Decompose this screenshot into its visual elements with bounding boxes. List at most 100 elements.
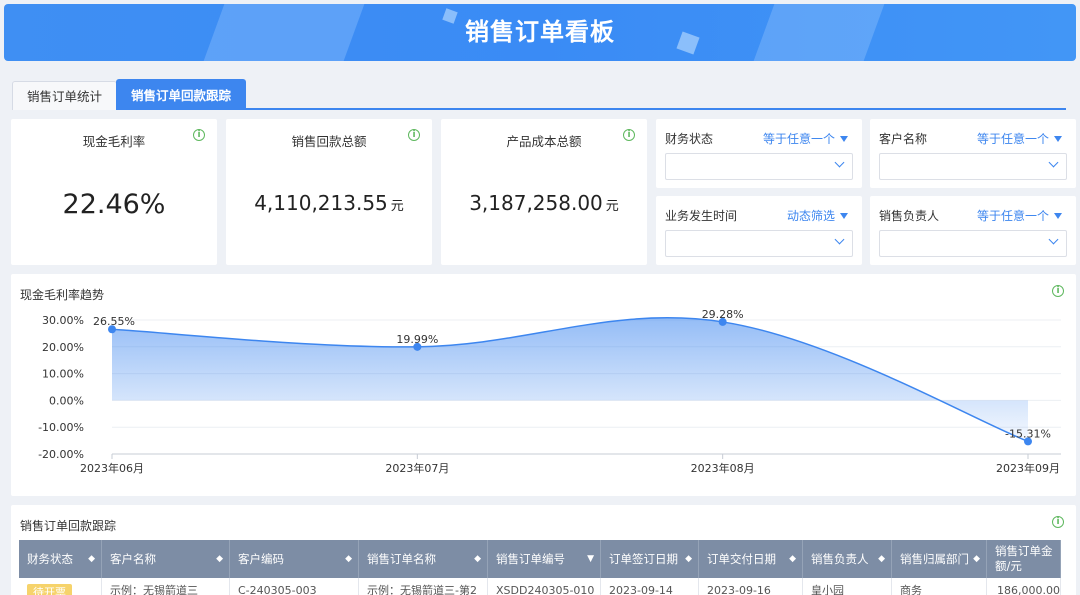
- filter-label: 销售负责人: [879, 209, 940, 223]
- column-header[interactable]: 销售归属部门 ◆: [892, 540, 987, 578]
- table-row[interactable]: 待开票 示例：无锡箭道三 C-240305-003 示例：无锡箭道三-第2 XS…: [19, 578, 1061, 595]
- filter-select[interactable]: [665, 153, 853, 180]
- caret-down-icon: [840, 136, 848, 142]
- filter-sales-owner: 销售负责人 等于任意一个: [870, 196, 1076, 265]
- chevron-down-icon: [834, 157, 845, 168]
- kpi-unit: 元: [390, 199, 404, 214]
- kpi-card-product-cost: 产品成本总额 i 3,187,258.00 元: [441, 119, 647, 265]
- caret-down-icon: [1054, 136, 1062, 142]
- series-area: [112, 317, 1028, 442]
- data-label: 29.28%: [702, 308, 744, 321]
- sort-icon[interactable]: ◆: [878, 540, 885, 578]
- x-tick-label: 2023年07月: [385, 461, 449, 475]
- caret-down-icon: [1054, 213, 1062, 219]
- filter-operator-dropdown[interactable]: 等于任意一个: [977, 207, 1062, 224]
- filter-operator-label: 等于任意一个: [976, 209, 1049, 223]
- y-tick-label: 0.00%: [49, 394, 84, 407]
- column-header[interactable]: 客户编码 ◆: [230, 540, 359, 578]
- table-header: 财务状态 ◆ 客户名称 ◆ 客户编码 ◆ 销售订单名称 ◆ 销售订单编号 ▼ 订单签订日期…: [19, 540, 1061, 578]
- filter-select[interactable]: [665, 230, 853, 257]
- kpi-value-text: 22.46%: [62, 189, 166, 220]
- kpi-value-text: 3,187,258.00: [469, 191, 603, 215]
- data-label: 19.99%: [396, 333, 438, 346]
- tab-sales-order-stats[interactable]: 销售订单统计: [12, 81, 118, 110]
- column-header[interactable]: 销售订单编号 ▼: [488, 540, 601, 578]
- chevron-down-icon: [834, 234, 845, 245]
- y-tick-label: 10.00%: [42, 368, 84, 381]
- table-cell: 皇小园: [803, 578, 892, 595]
- sort-icon[interactable]: ◆: [789, 540, 796, 578]
- sort-icon[interactable]: ◆: [474, 540, 481, 578]
- column-header[interactable]: 客户名称 ◆: [102, 540, 230, 578]
- sort-icon[interactable]: ◆: [216, 540, 223, 578]
- kpi-value: 3,187,258.00 元: [441, 191, 647, 215]
- trend-chart-card: 现金毛利率趋势 i 30.00% 20.00% 10.00% 0.00% -10.00%…: [11, 274, 1076, 496]
- column-header-label: 财务状态: [27, 552, 73, 566]
- tracking-table: 财务状态 ◆ 客户名称 ◆ 客户编码 ◆ 销售订单名称 ◆ 销售订单编号 ▼ 订单签订日期…: [19, 540, 1061, 595]
- filter-operator-dropdown[interactable]: 等于任意一个: [763, 130, 848, 147]
- filter-label: 业务发生时间: [665, 209, 738, 223]
- kpi-card-cash-margin: 现金毛利率 i 22.46%: [11, 119, 217, 265]
- filter-operator-label: 等于任意一个: [976, 132, 1049, 146]
- y-tick-label: 30.00%: [42, 314, 84, 327]
- kpi-label: 产品成本总额: [506, 134, 582, 149]
- column-header[interactable]: 销售负责人 ◆: [803, 540, 892, 578]
- data-label: -15.31%: [1005, 427, 1051, 440]
- kpi-label: 现金毛利率: [82, 134, 146, 149]
- tab-sales-order-payment-tracking[interactable]: 销售订单回款跟踪: [116, 79, 247, 110]
- column-header-label: 客户编码: [238, 552, 284, 566]
- column-header[interactable]: 订单交付日期 ◆: [699, 540, 803, 578]
- sort-icon[interactable]: ▼: [587, 540, 594, 578]
- chevron-down-icon: [1048, 157, 1059, 168]
- table-cell: 示例：无锡箭道三-第2: [359, 578, 488, 595]
- column-header[interactable]: 财务状态 ◆: [19, 540, 102, 578]
- column-header[interactable]: 销售订单名称 ◆: [359, 540, 488, 578]
- filter-select[interactable]: [879, 230, 1067, 257]
- column-header[interactable]: 订单签订日期 ◆: [601, 540, 699, 578]
- sort-icon[interactable]: ◆: [88, 540, 95, 578]
- filter-label: 财务状态: [665, 132, 714, 146]
- table-cell: C-240305-003: [230, 578, 359, 595]
- table-cell: 2023-09-16: [699, 578, 803, 595]
- column-header-label: 销售订单金额/元: [995, 544, 1053, 573]
- info-icon[interactable]: i: [1052, 516, 1064, 528]
- info-icon[interactable]: i: [193, 129, 205, 141]
- kpi-label: 销售回款总额: [291, 134, 367, 149]
- status-badge: 待开票: [27, 584, 72, 595]
- kpi-value: 4,110,213.55 元: [226, 191, 432, 215]
- x-tick-label: 2023年06月: [80, 461, 144, 475]
- dashboard-header: 销售订单看板: [4, 4, 1076, 61]
- x-tick-label: 2023年08月: [691, 461, 755, 475]
- tab-bar: 销售订单统计 销售订单回款跟踪: [12, 79, 1066, 110]
- info-icon[interactable]: i: [623, 129, 635, 141]
- column-header-label: 销售负责人: [811, 552, 869, 566]
- y-tick-label: -20.00%: [38, 448, 84, 461]
- kpi-unit: 元: [605, 199, 619, 214]
- filter-operator-label: 动态筛选: [786, 209, 835, 223]
- kpi-value-text: 4,110,213.55: [254, 191, 388, 215]
- chevron-down-icon: [1048, 234, 1059, 245]
- column-header-label: 订单交付日期: [707, 552, 776, 566]
- filter-select[interactable]: [879, 153, 1067, 180]
- caret-down-icon: [840, 213, 848, 219]
- table-cell: 待开票: [19, 578, 102, 595]
- sort-icon[interactable]: ◆: [973, 540, 980, 578]
- column-header[interactable]: 销售订单金额/元: [987, 540, 1061, 578]
- filter-business-time: 业务发生时间 动态筛选: [656, 196, 862, 265]
- page-title: 销售订单看板: [465, 18, 615, 46]
- filter-label: 客户名称: [879, 132, 928, 146]
- filter-operator-dropdown[interactable]: 等于任意一个: [977, 130, 1062, 147]
- filter-customer-name: 客户名称 等于任意一个: [870, 119, 1076, 188]
- data-label: 26.55%: [93, 315, 135, 328]
- filter-finance-status: 财务状态 等于任意一个: [656, 119, 862, 188]
- column-header-label: 客户名称: [110, 552, 156, 566]
- table-cell: 2023-09-14: [601, 578, 699, 595]
- column-header-label: 订单签订日期: [609, 552, 678, 566]
- x-tick-label: 2023年09月: [996, 461, 1060, 475]
- sort-icon[interactable]: ◆: [685, 540, 692, 578]
- info-icon[interactable]: i: [408, 129, 420, 141]
- sort-icon[interactable]: ◆: [345, 540, 352, 578]
- filter-operator-dropdown[interactable]: 动态筛选: [787, 207, 848, 224]
- kpi-value: 22.46%: [11, 189, 217, 220]
- filter-operator-label: 等于任意一个: [762, 132, 835, 146]
